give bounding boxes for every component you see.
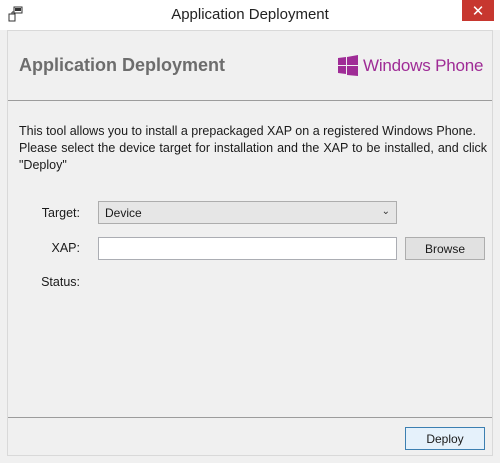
deployment-window: Application Deployment ✕ Application Dep… (0, 0, 500, 463)
xap-path-input[interactable] (98, 237, 397, 260)
window-title: Application Deployment (171, 6, 329, 23)
description-line-2: Please select the device target for inst… (19, 141, 487, 172)
description-text: This tool allows you to install a prepac… (19, 123, 487, 174)
target-label: Target: (41, 206, 80, 220)
windows-logo-icon (338, 55, 358, 76)
title-bar: Application Deployment ✕ (0, 0, 500, 30)
deploy-button[interactable]: Deploy (405, 427, 485, 450)
close-button[interactable]: ✕ (462, 0, 494, 21)
page-title: Application Deployment (19, 55, 226, 75)
windows-phone-logo: Windows Phone (338, 54, 483, 78)
browse-button[interactable]: Browse (405, 237, 485, 260)
status-label: Status: (41, 275, 80, 289)
footer-divider (8, 417, 492, 418)
target-select[interactable]: Device ⌄ (98, 201, 397, 224)
description-line-1: This tool allows you to install a prepac… (19, 124, 476, 138)
xap-label: XAP: (51, 241, 81, 255)
target-selected-value: Device (105, 206, 142, 220)
chevron-down-icon: ⌄ (381, 206, 390, 217)
header-banner: Application Deployment Windows Phone (8, 31, 492, 101)
brand-text: Windows Phone (363, 56, 484, 75)
close-icon: ✕ (471, 2, 485, 20)
content-frame: Application Deployment Windows Phone Thi… (7, 30, 493, 456)
